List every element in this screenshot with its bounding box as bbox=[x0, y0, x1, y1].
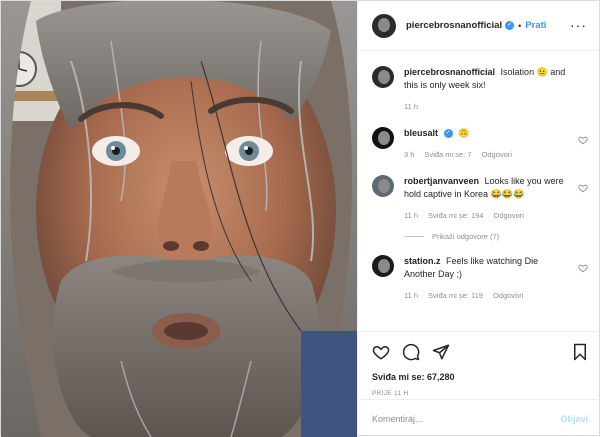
comment-likes[interactable]: Sviđa mi se: 119 bbox=[428, 289, 483, 302]
caption-meta: 11 h bbox=[404, 100, 570, 113]
comment-meta: 11 h Sviđa mi se: 119 Odgovori bbox=[404, 289, 570, 302]
heart-icon[interactable] bbox=[578, 263, 588, 273]
comment-likes[interactable]: Sviđa mi se: 7 bbox=[424, 148, 471, 161]
comment-meta: 11 h Sviđa mi se: 194 Odgovori bbox=[404, 209, 570, 222]
separator-dot: • bbox=[518, 20, 522, 31]
comment-body: bleusalt ✓ 🙃 3 h Sviđa mi se: 7 Odgovori bbox=[404, 127, 588, 161]
list-item: station.z Feels like watching Die Anothe… bbox=[372, 255, 588, 302]
heart-icon[interactable] bbox=[578, 183, 588, 193]
post-sidebar: piercebrosnanofficial ✓ • Prati ··· pier… bbox=[357, 1, 600, 437]
verified-badge-icon: ✓ bbox=[505, 21, 515, 30]
comment-form: Objavi bbox=[358, 399, 600, 437]
reply-button[interactable]: Odgovori bbox=[493, 289, 523, 302]
heart-icon[interactable] bbox=[578, 135, 588, 145]
comment-time[interactable]: 3 h bbox=[404, 148, 414, 161]
instagram-post: piercebrosnanofficial ✓ • Prati ··· pier… bbox=[0, 0, 600, 437]
more-horizontal-icon[interactable]: ··· bbox=[570, 17, 587, 33]
comment-likes[interactable]: Sviđa mi se: 194 bbox=[428, 209, 483, 222]
show-replies-button[interactable]: Prikaži odgovore (7) bbox=[404, 232, 588, 241]
caption-username[interactable]: piercebrosnanofficial bbox=[404, 67, 495, 77]
replies-divider bbox=[404, 236, 424, 237]
likes-count[interactable]: Sviđa mi se: 67,280 bbox=[372, 372, 588, 382]
caption-time[interactable]: 11 h bbox=[404, 100, 418, 113]
avatar[interactable] bbox=[372, 255, 394, 277]
share-paper-plane-icon[interactable] bbox=[432, 343, 450, 361]
post-photo[interactable] bbox=[1, 1, 357, 437]
post-timestamp[interactable]: PRIJE 11 H bbox=[372, 390, 588, 397]
comments-list[interactable]: piercebrosnanofficial Isolation 😐 and th… bbox=[358, 52, 600, 330]
action-icons bbox=[372, 340, 588, 364]
bookmark-icon[interactable] bbox=[572, 343, 588, 361]
post-header: piercebrosnanofficial ✓ • Prati ··· bbox=[358, 1, 600, 51]
comment-text: 🙃 bbox=[458, 128, 470, 138]
list-item: bleusalt ✓ 🙃 3 h Sviđa mi se: 7 Odgovori bbox=[372, 127, 588, 161]
comment-body: station.z Feels like watching Die Anothe… bbox=[404, 255, 588, 302]
post-actions: Sviđa mi se: 67,280 PRIJE 11 H bbox=[358, 331, 600, 397]
header-username[interactable]: piercebrosnanofficial bbox=[406, 20, 502, 31]
caption-body: piercebrosnanofficial Isolation 😐 and th… bbox=[404, 66, 588, 113]
reply-button[interactable]: Odgovori bbox=[482, 148, 512, 161]
comment-body: robertjanvanveen Looks like you were hol… bbox=[404, 175, 588, 222]
follow-button[interactable]: Prati bbox=[525, 20, 546, 31]
avatar[interactable] bbox=[372, 13, 396, 38]
like-heart-icon[interactable] bbox=[372, 343, 390, 361]
show-replies-label[interactable]: Prikaži odgovore (7) bbox=[432, 232, 499, 241]
comment-username[interactable]: station.z bbox=[404, 256, 441, 266]
comment-input[interactable] bbox=[372, 413, 561, 424]
reply-button[interactable]: Odgovori bbox=[494, 209, 524, 222]
avatar[interactable] bbox=[372, 127, 394, 149]
comment-time[interactable]: 11 h bbox=[404, 209, 418, 222]
verified-badge-icon: ✓ bbox=[443, 129, 453, 139]
comment-meta: 3 h Sviđa mi se: 7 Odgovori bbox=[404, 148, 570, 161]
list-item: robertjanvanveen Looks like you were hol… bbox=[372, 175, 588, 222]
comment-username[interactable]: robertjanvanveen bbox=[404, 176, 479, 186]
avatar[interactable] bbox=[372, 66, 394, 88]
comment-username[interactable]: bleusalt bbox=[404, 128, 438, 138]
avatar[interactable] bbox=[372, 175, 394, 197]
caption: piercebrosnanofficial Isolation 😐 and th… bbox=[372, 66, 588, 113]
comment-time[interactable]: 11 h bbox=[404, 289, 418, 302]
bearded-man-selfie-image bbox=[1, 1, 357, 437]
comment-bubble-icon[interactable] bbox=[402, 343, 420, 361]
post-comment-button[interactable]: Objavi bbox=[560, 414, 588, 424]
